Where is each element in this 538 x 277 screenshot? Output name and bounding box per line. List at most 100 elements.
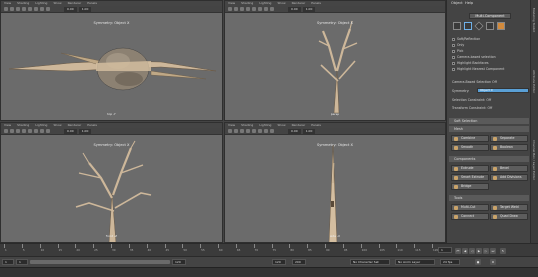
combine-button[interactable]: Combine — [451, 135, 489, 142]
multi-component-button[interactable]: Multi-Component — [469, 13, 511, 19]
loop-icon[interactable]: ↻ — [500, 248, 506, 254]
smooth-button[interactable]: Smooth — [451, 144, 489, 151]
checkbox-icon[interactable] — [452, 61, 455, 65]
button-label: Smooth — [461, 145, 474, 149]
button-label: Boolean — [500, 145, 513, 149]
boolean-icon — [493, 146, 497, 150]
camera-based-label: Camera-Based Selection — [452, 80, 492, 84]
extrude-button[interactable]: Extrude — [451, 165, 489, 172]
boolean-button[interactable]: Boolean — [490, 144, 528, 151]
tab-help[interactable]: Help — [465, 1, 473, 5]
connect-icon — [454, 215, 458, 219]
time-tick-label: 100 — [361, 248, 367, 252]
play-back-icon[interactable]: ◁ — [469, 248, 475, 254]
checkbox-icon[interactable] — [452, 67, 455, 71]
viewport-side[interactable]: View Shading Lighting Show Renderer Pane… — [224, 122, 446, 243]
separate-button[interactable]: Separate — [490, 135, 528, 142]
target-weld-button[interactable]: Target Weld — [490, 204, 528, 211]
transform-constraint-state[interactable]: Off — [487, 106, 492, 110]
separate-icon — [493, 137, 497, 141]
viewport-front[interactable]: View Shading Lighting Show Renderer Pane… — [0, 122, 223, 243]
checkbox-icon[interactable] — [452, 37, 455, 41]
range-start-field[interactable]: 1 — [16, 259, 28, 265]
soft-selection-section[interactable]: Soft Selection — [449, 118, 529, 124]
checkbox-icon[interactable] — [452, 43, 455, 47]
face-mode-icon[interactable] — [486, 22, 494, 30]
viewport-persp[interactable]: View Shading Lighting Show Renderer Pane… — [224, 0, 446, 121]
play-forward-icon[interactable]: ▶ — [476, 248, 482, 254]
tab-modeling-toolkit[interactable]: Modeling Toolkit — [532, 8, 536, 32]
fps-dropdown[interactable]: 24 fps — [440, 259, 460, 265]
current-frame-field[interactable]: 1 — [438, 247, 452, 253]
button-label: Quad Draw — [500, 214, 518, 218]
tab-attribute-editor[interactable]: Attribute Editor — [532, 70, 536, 93]
object-mode-icon[interactable] — [453, 22, 461, 30]
target-weld-icon — [493, 206, 497, 210]
time-tick-label: 50 — [183, 248, 187, 252]
symmetry-label: Symmetry: Object X — [93, 21, 130, 25]
quad-draw-button[interactable]: Quad Draw — [490, 213, 528, 220]
time-tick-label: 30 — [112, 248, 116, 252]
time-tick-label: 5 — [22, 248, 25, 252]
option-only[interactable]: Only — [452, 43, 464, 47]
character-set-dropdown[interactable]: No Character Set — [350, 259, 390, 265]
button-label: Target Weld — [500, 205, 519, 209]
preferences-icon[interactable]: ⚙ — [490, 259, 496, 265]
checkbox-icon[interactable] — [452, 49, 455, 53]
bridge-button[interactable]: Bridge — [451, 183, 489, 190]
option-soft-reflection[interactable]: Soft/Reflection — [452, 37, 480, 41]
time-tick-label: 80 — [290, 248, 294, 252]
end-frame-field[interactable]: 120 — [272, 259, 286, 265]
button-label: Bridge — [461, 184, 472, 188]
add-divisions-button[interactable]: Add Divisions — [490, 174, 528, 181]
uv-mode-icon[interactable] — [497, 22, 505, 30]
vertex-mode-icon[interactable] — [464, 22, 472, 30]
extrude-icon — [454, 167, 458, 171]
range-slider-bar: 1 1 120 120 200 No Character Set No Anim… — [0, 256, 538, 267]
add-divisions-icon — [493, 176, 497, 180]
status-bar — [0, 267, 538, 277]
option-highlight-backfaces[interactable]: Highlight Backfaces — [452, 61, 489, 65]
camera-label: front -Z — [105, 234, 118, 238]
camera-label: persp — [330, 112, 340, 116]
tools-section[interactable]: Tools — [449, 195, 529, 201]
time-tick-label: 65 — [236, 248, 241, 252]
start-frame-field[interactable]: 1 — [2, 259, 14, 265]
time-tick-label: 115 — [415, 248, 421, 252]
animation-end-field[interactable]: 200 — [292, 259, 306, 265]
option-camera-based[interactable]: Camera-based selection — [452, 55, 496, 59]
viewport-top[interactable]: View Shading Lighting Show Renderer Pane… — [0, 0, 223, 121]
button-label: Extrude — [461, 166, 474, 170]
symmetry-label: Symmetry: Object X — [93, 143, 130, 147]
go-to-end-icon[interactable]: ⏭ — [490, 248, 496, 254]
smart-extrude-button[interactable]: Smart Extrude — [451, 174, 489, 181]
time-slider[interactable]: 1 5 10 15 20 25 30 35 40 45 50 55 60 65 70 75 80 85 90 95 10… — [0, 243, 538, 256]
button-label: Connect — [461, 214, 475, 218]
option-label: Highlight Backfaces — [457, 61, 489, 65]
tab-object[interactable]: Object — [451, 1, 463, 5]
step-back-icon[interactable]: ◀ — [462, 248, 468, 254]
option-pick[interactable]: Pick — [452, 49, 463, 53]
bevel-button[interactable]: Bevel — [490, 165, 528, 172]
branch-rock-model — [8, 47, 217, 91]
range-end-field[interactable]: 120 — [172, 259, 186, 265]
symmetry-dropdown[interactable]: Object X — [477, 88, 529, 93]
anim-layer-dropdown[interactable]: No Anim Layer — [395, 259, 435, 265]
time-tick-label: 25 — [94, 248, 98, 252]
option-highlight-nearest[interactable]: Highlight Nearest Component — [452, 67, 504, 71]
connect-button[interactable]: Connect — [451, 213, 489, 220]
tab-channel-box[interactable]: Channel Box / Layer Editor — [532, 140, 536, 180]
auto-key-icon[interactable]: ● — [475, 259, 481, 265]
multi-cut-button[interactable]: Multi-Cut — [451, 204, 489, 211]
time-tick-label: 15 — [58, 248, 63, 252]
range-slider[interactable] — [30, 260, 170, 264]
selection-constraint-state[interactable]: Off — [486, 98, 491, 102]
go-to-start-icon[interactable]: ⏮ — [455, 248, 461, 254]
components-section[interactable]: Components — [449, 156, 529, 162]
time-tick-label: 110 — [397, 248, 403, 252]
checkbox-icon[interactable] — [452, 55, 455, 59]
camera-based-state[interactable]: Off — [492, 80, 497, 84]
edge-mode-icon[interactable] — [474, 21, 484, 31]
step-forward-icon[interactable]: ▷ — [483, 248, 489, 254]
mesh-section[interactable]: Mesh — [449, 126, 529, 132]
